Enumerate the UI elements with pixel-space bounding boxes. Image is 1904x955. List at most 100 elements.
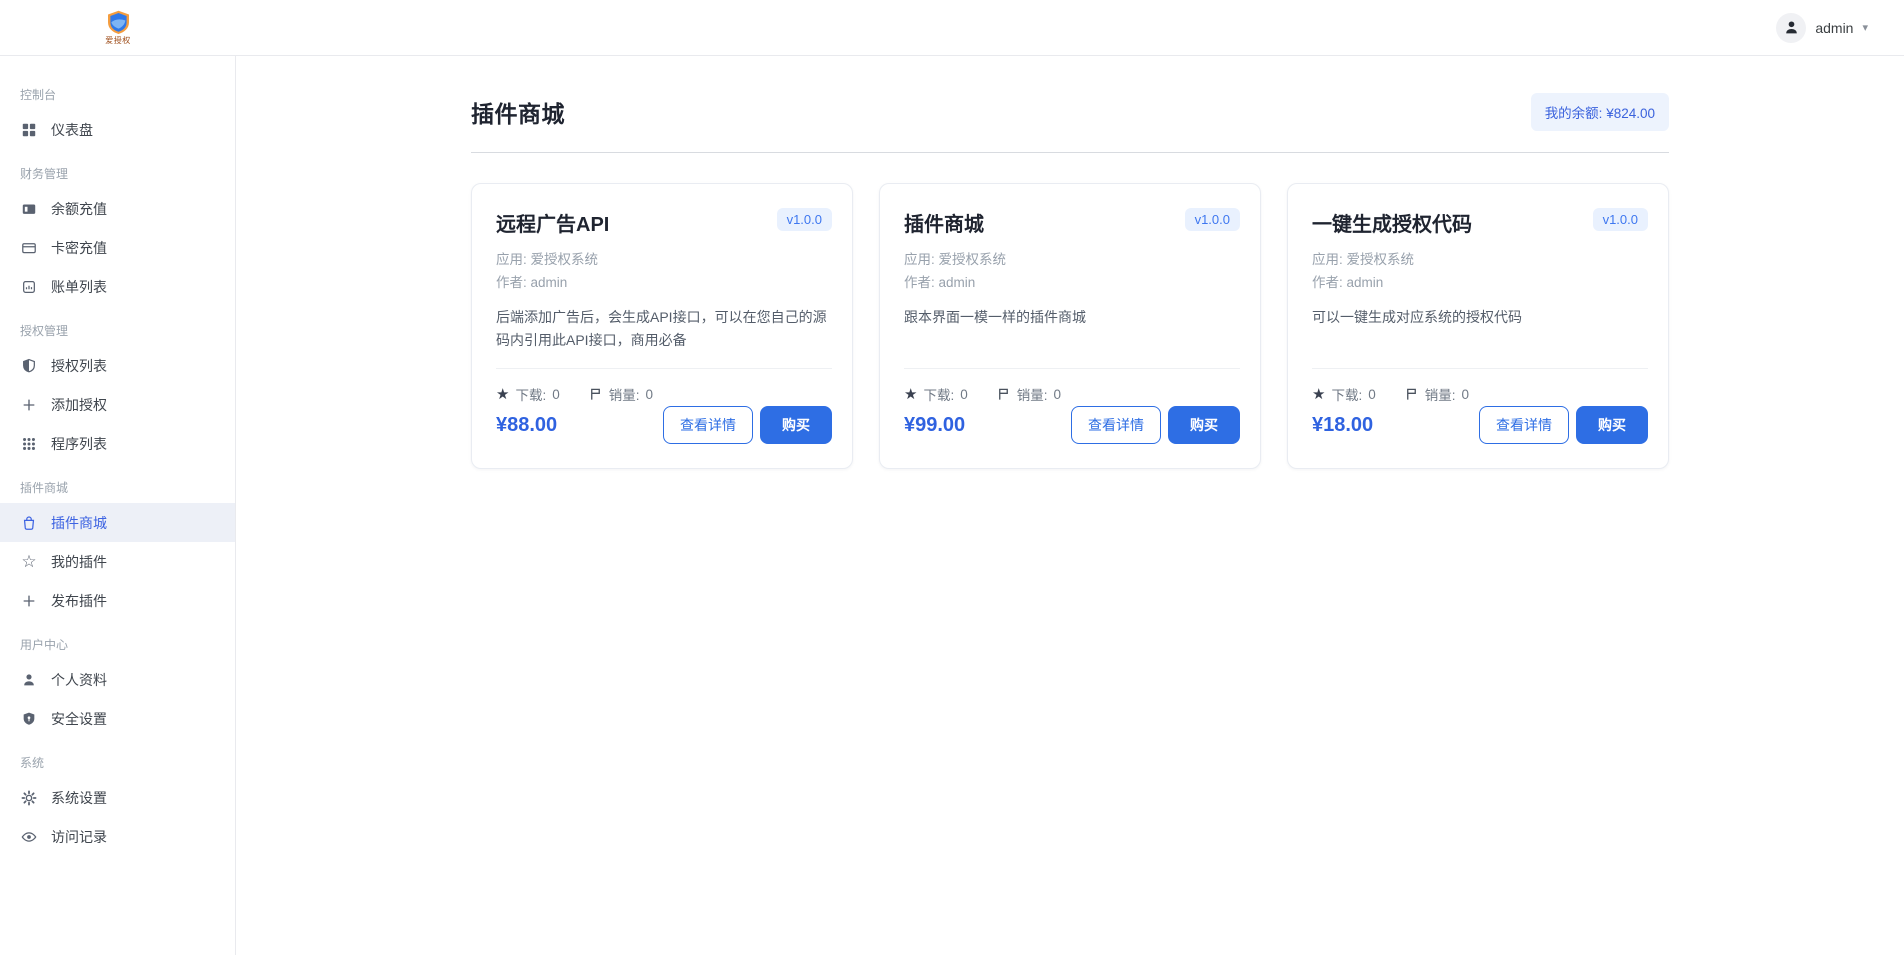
star-icon: ★	[1312, 385, 1325, 403]
plugin-card: 一键生成授权代码 v1.0.0 应用: 爱授权系统 作者: admin 可以一键…	[1287, 183, 1669, 469]
sidebar-item-profile[interactable]: 个人资料	[0, 660, 235, 699]
plugin-author: 作者: admin	[904, 272, 1240, 295]
plugin-card-grid: 远程广告API v1.0.0 应用: 爱授权系统 作者: admin 后端添加广…	[471, 183, 1669, 469]
wallet-icon	[20, 200, 38, 218]
view-details-button[interactable]: 查看详情	[1479, 406, 1569, 444]
main-content: 插件商城 我的余额: ¥824.00 远程广告API v1.0.0 应用: 爱授…	[236, 0, 1904, 469]
brand-shield-icon	[105, 10, 132, 34]
sidebar-section-authorization: 授权管理	[0, 306, 235, 346]
sales-value: 0	[1054, 387, 1062, 402]
version-badge: v1.0.0	[1185, 208, 1240, 231]
sidebar-section-system: 系统	[0, 738, 235, 778]
star-outline-icon: ☆	[20, 553, 38, 571]
downloads-label: 下载:	[923, 384, 954, 404]
eye-icon	[20, 828, 38, 846]
person-icon	[1783, 19, 1800, 36]
sidebar-item-balance-recharge[interactable]: 余额充值	[0, 189, 235, 228]
plugin-card: 远程广告API v1.0.0 应用: 爱授权系统 作者: admin 后端添加广…	[471, 183, 853, 469]
shopping-bag-icon	[20, 514, 38, 532]
sidebar: 控制台 仪表盘 财务管理 余额充值 卡密充值 账单列表 授权管理 授权列表	[0, 56, 236, 955]
app-logo[interactable]: 爱授权	[0, 10, 236, 46]
gear-icon	[20, 789, 38, 807]
downloads-label: 下载:	[1331, 384, 1362, 404]
star-icon: ★	[496, 385, 509, 403]
sidebar-item-system-settings[interactable]: 系统设置	[0, 778, 235, 817]
plugin-card: 插件商城 v1.0.0 应用: 爱授权系统 作者: admin 跟本界面一模一样…	[879, 183, 1261, 469]
sidebar-item-label: 仪表盘	[51, 120, 93, 140]
plugin-description: 跟本界面一模一样的插件商城	[904, 306, 1240, 354]
flag-icon	[588, 387, 603, 402]
sidebar-item-bill-list[interactable]: 账单列表	[0, 267, 235, 306]
sidebar-item-program-list[interactable]: 程序列表	[0, 424, 235, 463]
downloads-stat: ★ 下载: 0	[496, 384, 560, 404]
page-title: 插件商城	[471, 95, 565, 129]
avatar	[1776, 13, 1806, 43]
sidebar-item-card-recharge[interactable]: 卡密充值	[0, 228, 235, 267]
sidebar-item-add-license[interactable]: 添加授权	[0, 385, 235, 424]
view-details-button[interactable]: 查看详情	[663, 406, 753, 444]
plugin-app: 应用: 爱授权系统	[904, 249, 1240, 272]
sales-stat: 销量: 0	[996, 384, 1061, 404]
sidebar-item-dashboard[interactable]: 仪表盘	[0, 110, 235, 149]
sales-value: 0	[1462, 387, 1470, 402]
sidebar-item-label: 个人资料	[51, 670, 107, 690]
chevron-down-icon: ▾	[1862, 21, 1868, 34]
sidebar-item-my-plugins[interactable]: ☆ 我的插件	[0, 542, 235, 581]
user-menu[interactable]: admin ▾	[1776, 13, 1868, 43]
page-divider	[471, 152, 1669, 153]
sidebar-section-user-center: 用户中心	[0, 620, 235, 660]
flag-icon	[996, 387, 1011, 402]
sales-stat: 销量: 0	[1404, 384, 1469, 404]
user-name: admin	[1815, 20, 1853, 36]
sidebar-item-access-log[interactable]: 访问记录	[0, 817, 235, 856]
plugin-app: 应用: 爱授权系统	[1312, 249, 1648, 272]
sidebar-item-publish-plugin[interactable]: 发布插件	[0, 581, 235, 620]
sidebar-item-label: 发布插件	[51, 591, 107, 611]
downloads-stat: ★ 下载: 0	[1312, 384, 1376, 404]
star-icon: ★	[904, 385, 917, 403]
sales-label: 销量:	[1017, 384, 1048, 404]
plugin-price: ¥18.00	[1312, 414, 1373, 437]
top-header: 爱授权 admin ▾	[0, 0, 1904, 56]
dashboard-icon	[20, 121, 38, 139]
apps-grid-icon	[20, 435, 38, 453]
plugin-price: ¥88.00	[496, 414, 557, 437]
plugin-description: 后端添加广告后，会生成API接口，可以在您自己的源码内引用此API接口，商用必备	[496, 306, 832, 354]
plugin-description: 可以一键生成对应系统的授权代码	[1312, 306, 1648, 354]
sidebar-item-label: 我的插件	[51, 552, 107, 572]
card-divider	[1312, 368, 1648, 369]
sidebar-item-label: 访问记录	[51, 827, 107, 847]
sales-label: 销量:	[1425, 384, 1456, 404]
plugin-price: ¥99.00	[904, 414, 965, 437]
downloads-stat: ★ 下载: 0	[904, 384, 968, 404]
version-badge: v1.0.0	[777, 208, 832, 231]
plus-icon	[20, 592, 38, 610]
view-details-button[interactable]: 查看详情	[1071, 406, 1161, 444]
plugin-author: 作者: admin	[496, 272, 832, 295]
sidebar-item-label: 余额充值	[51, 199, 107, 219]
sidebar-item-security-settings[interactable]: 安全设置	[0, 699, 235, 738]
downloads-value: 0	[960, 387, 968, 402]
buy-button[interactable]: 购买	[760, 406, 832, 444]
version-badge: v1.0.0	[1593, 208, 1648, 231]
shield-lock-icon	[20, 710, 38, 728]
flag-icon	[1404, 387, 1419, 402]
sidebar-item-label: 插件商城	[51, 513, 107, 533]
sidebar-item-license-list[interactable]: 授权列表	[0, 346, 235, 385]
card-divider	[496, 368, 832, 369]
sidebar-section-plugin-market: 插件商城	[0, 463, 235, 503]
sidebar-item-label: 安全设置	[51, 709, 107, 729]
buy-button[interactable]: 购买	[1576, 406, 1648, 444]
plus-icon	[20, 396, 38, 414]
sidebar-item-label: 授权列表	[51, 356, 107, 376]
credit-card-icon	[20, 239, 38, 257]
sales-label: 销量:	[609, 384, 640, 404]
sidebar-item-label: 程序列表	[51, 434, 107, 454]
card-divider	[904, 368, 1240, 369]
buy-button[interactable]: 购买	[1168, 406, 1240, 444]
downloads-value: 0	[1368, 387, 1376, 402]
downloads-value: 0	[552, 387, 560, 402]
sidebar-item-label: 添加授权	[51, 395, 107, 415]
sidebar-item-plugin-market[interactable]: 插件商城	[0, 503, 235, 542]
sidebar-section-console: 控制台	[0, 70, 235, 110]
